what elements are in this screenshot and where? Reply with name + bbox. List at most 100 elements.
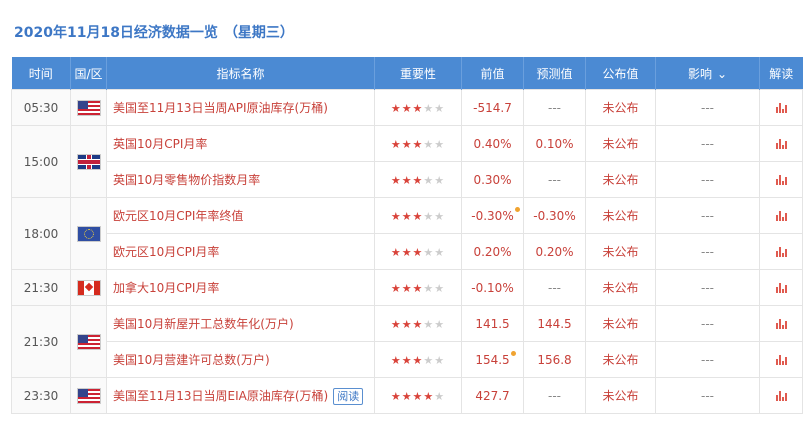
actual-cell: 未公布 — [585, 341, 656, 378]
bar-chart-icon[interactable] — [775, 319, 787, 329]
header-forecast: 预测值 — [523, 57, 586, 90]
previous-cell: -0.10% — [461, 269, 524, 306]
analysis-cell[interactable] — [759, 161, 803, 198]
importance-stars: ★★★★★ — [374, 197, 462, 234]
time-cell: 15:00 — [11, 125, 71, 198]
flag-cell — [70, 377, 107, 414]
header-indicator: 指标名称 — [106, 57, 375, 90]
indicator-link[interactable]: 美国至11月13日当周API原油库存(万桶) — [106, 89, 375, 126]
indicator-link[interactable]: 美国至11月13日当周EIA原油库存(万桶) — [113, 389, 328, 403]
analysis-cell[interactable] — [759, 125, 803, 162]
table-row: 05:30 美国至11月13日当周API原油库存(万桶) ★★★★★ -514.… — [11, 89, 803, 126]
impact-label: 影响 — [687, 66, 712, 81]
impact-cell: --- — [655, 197, 760, 234]
header-actual: 公布值 — [585, 57, 656, 90]
previous-cell: 0.30% — [461, 161, 524, 198]
bar-chart-icon[interactable] — [775, 139, 787, 149]
us-flag-icon — [76, 387, 101, 404]
chevron-down-icon[interactable]: ⌄ — [717, 67, 727, 81]
analysis-cell[interactable] — [759, 269, 803, 306]
indicator-link[interactable]: 欧元区10月CPI年率终值 — [106, 197, 375, 234]
table-row: 18:00 欧元区10月CPI年率终值 ★★★★★ -0.30% -0.30% … — [11, 197, 803, 270]
analysis-cell[interactable] — [759, 89, 803, 126]
forecast-cell: --- — [523, 89, 586, 126]
table-row: 欧元区10月CPI月率 ★★★★★ 0.20% 0.20% 未公布 --- — [12, 233, 803, 270]
time-cell: 21:30 — [11, 269, 71, 306]
uk-flag-icon — [76, 153, 101, 170]
analysis-cell[interactable] — [759, 233, 803, 270]
actual-cell: 未公布 — [585, 89, 656, 126]
time-cell: 05:30 — [11, 89, 71, 126]
forecast-cell: 0.10% — [523, 125, 586, 162]
indicator-link[interactable]: 美国10月新屋开工总数年化(万户) — [106, 305, 375, 342]
forecast-cell: --- — [523, 377, 586, 414]
impact-cell: --- — [655, 341, 760, 378]
bar-chart-icon[interactable] — [775, 211, 787, 221]
forecast-cell: --- — [523, 269, 586, 306]
date-title: 2020年11月18日经济数据一览 — [14, 25, 218, 41]
forecast-cell: 0.20% — [523, 233, 586, 270]
impact-cell: --- — [655, 377, 760, 414]
bar-chart-icon[interactable] — [775, 391, 787, 401]
table-row: 21:30 美国10月新屋开工总数年化(万户) ★★★★★ 141.5 144.… — [11, 305, 803, 378]
indicator-cell: 美国至11月13日当周EIA原油库存(万桶) 阅读 — [106, 377, 375, 414]
bar-chart-icon[interactable] — [775, 355, 787, 365]
forecast-cell: --- — [523, 161, 586, 198]
header-previous: 前值 — [461, 57, 524, 90]
read-badge[interactable]: 阅读 — [333, 387, 364, 405]
flag-cell — [70, 305, 107, 378]
header-time: 时间 — [11, 57, 71, 90]
importance-stars: ★★★★★ — [374, 233, 462, 270]
weekday-label: （星期三） — [223, 25, 294, 41]
indicator-link[interactable]: 欧元区10月CPI月率 — [106, 233, 375, 270]
indicator-link[interactable]: 英国10月CPI月率 — [106, 125, 375, 162]
importance-stars: ★★★★★ — [374, 341, 462, 378]
flag-cell — [70, 89, 107, 126]
analysis-cell[interactable] — [759, 197, 803, 234]
table-row: 23:30 美国至11月13日当周EIA原油库存(万桶) 阅读 ★★★★★ 427… — [11, 377, 803, 414]
actual-cell: 未公布 — [585, 197, 656, 234]
indicator-link[interactable]: 加拿大10月CPI月率 — [106, 269, 375, 306]
bar-chart-icon[interactable] — [775, 247, 787, 257]
analysis-cell[interactable] — [759, 377, 803, 414]
bar-chart-icon[interactable] — [775, 103, 787, 113]
time-cell: 23:30 — [11, 377, 71, 414]
table-row: 15:00 英国10月CPI月率 ★★★★★ 0.40% 0.10% 未公布 -… — [11, 125, 803, 198]
previous-cell: 0.40% — [461, 125, 524, 162]
analysis-cell[interactable] — [759, 305, 803, 342]
previous-cell: -0.30% — [461, 197, 524, 234]
bar-chart-icon[interactable] — [775, 175, 787, 185]
bar-chart-icon[interactable] — [775, 283, 787, 293]
header-importance: 重要性 — [374, 57, 462, 90]
canada-flag-icon — [76, 279, 101, 296]
economic-calendar-table: 时间 国/区 指标名称 重要性 前值 预测值 公布值 影响 ⌄ 解读 05:30 … — [11, 57, 803, 414]
table-body: 05:30 美国至11月13日当周API原油库存(万桶) ★★★★★ -514.… — [11, 89, 803, 414]
importance-stars: ★★★★★ — [374, 161, 462, 198]
impact-cell: --- — [655, 269, 760, 306]
us-flag-icon — [76, 333, 101, 350]
eu-flag-icon — [76, 225, 101, 242]
analysis-cell[interactable] — [759, 341, 803, 378]
importance-stars: ★★★★★ — [374, 269, 462, 306]
importance-stars: ★★★★★ — [374, 125, 462, 162]
previous-value: 154.5 — [475, 352, 510, 367]
flag-cell — [70, 269, 107, 306]
time-cell: 18:00 — [11, 197, 71, 270]
forecast-cell: -0.30% — [523, 197, 586, 234]
forecast-cell: 156.8 — [523, 341, 586, 378]
actual-cell: 未公布 — [585, 377, 656, 414]
actual-cell: 未公布 — [585, 125, 656, 162]
importance-stars: ★★★★★ — [374, 377, 462, 414]
indicator-link[interactable]: 英国10月零售物价指数月率 — [106, 161, 375, 198]
us-flag-icon — [76, 99, 101, 116]
header-impact[interactable]: 影响 ⌄ — [655, 57, 760, 90]
indicator-link[interactable]: 美国10月营建许可总数(万户) — [106, 341, 375, 378]
impact-cell: --- — [655, 89, 760, 126]
importance-stars: ★★★★★ — [374, 89, 462, 126]
impact-cell: --- — [655, 233, 760, 270]
impact-cell: --- — [655, 305, 760, 342]
header-country: 国/区 — [70, 57, 107, 90]
actual-cell: 未公布 — [585, 269, 656, 306]
previous-value: -0.30% — [471, 208, 514, 223]
flag-cell — [70, 197, 107, 270]
